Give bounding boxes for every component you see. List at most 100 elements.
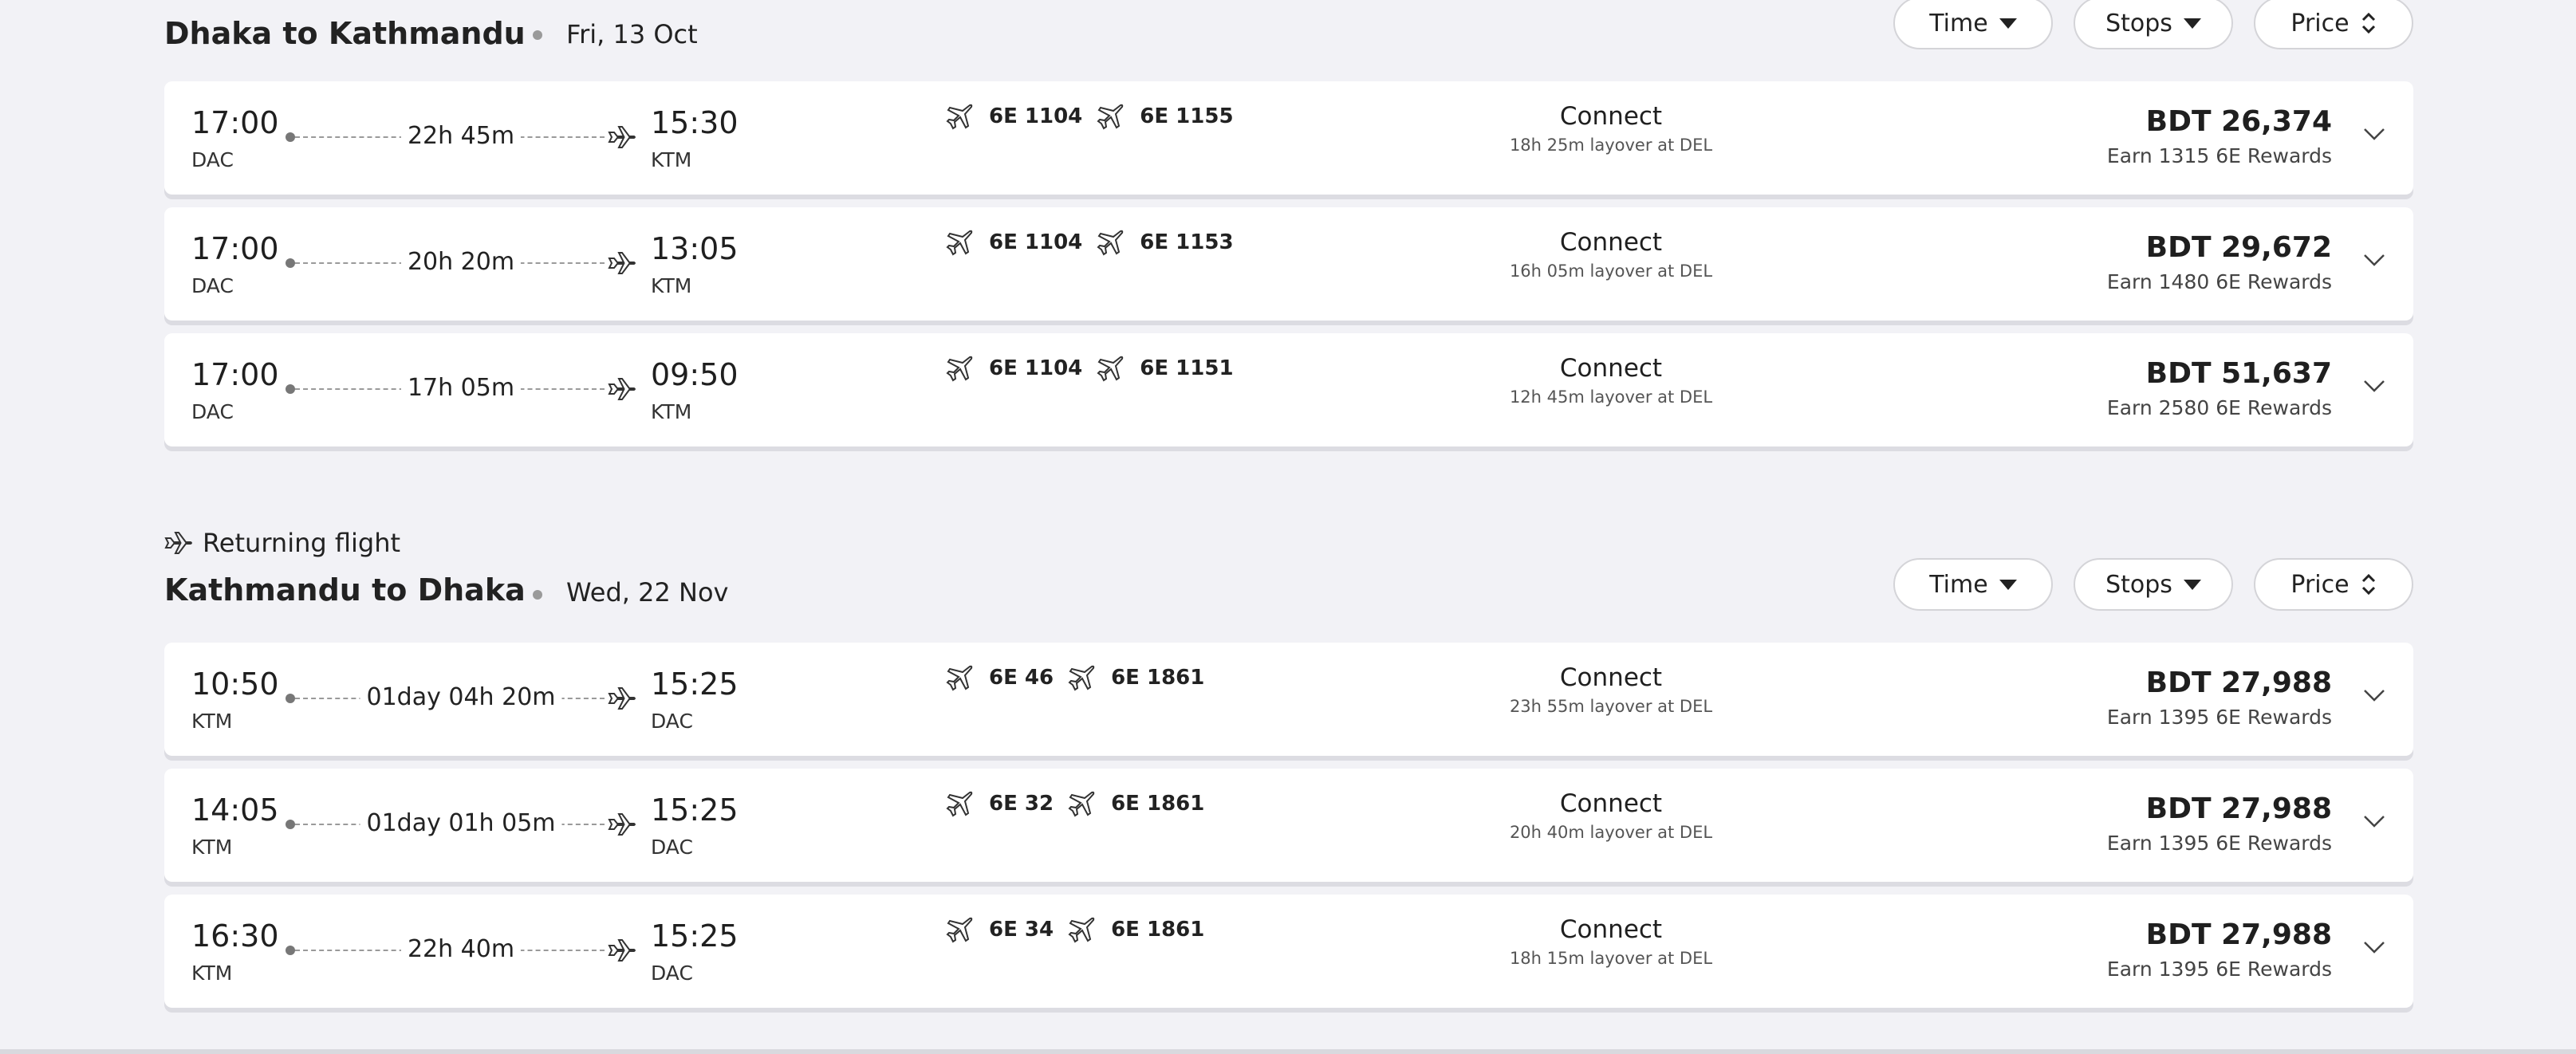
flight-number: 6E 1153 <box>1140 230 1234 254</box>
fare-price: BDT 27,988 <box>2145 792 2332 825</box>
arrival-time: 13:05 <box>651 231 739 266</box>
stops-info: Connect 18h 25m layover at DEL <box>1388 102 1834 155</box>
chevron-down-icon[interactable] <box>2362 813 2386 829</box>
flight-number: 6E 1861 <box>1111 666 1205 690</box>
departure-time: 10:50 <box>191 667 279 702</box>
outbound-flight-list: 17:00 DAC 22h 45m 15:30 KTM 6E 1104 6E 1… <box>164 81 2413 448</box>
chevron-down-icon[interactable] <box>2362 939 2386 955</box>
returning-flight-text: Returning flight <box>203 528 401 558</box>
flight-card[interactable]: 10:50 KTM 01day 04h 20m 15:25 DAC 6E 46 … <box>164 643 2413 756</box>
time-filter-label: Time <box>1929 570 1988 599</box>
price-sort-label: Price <box>2290 570 2350 599</box>
stop-type: Connect <box>1559 102 1663 131</box>
flight-track: 01day 04h 20m <box>286 682 636 714</box>
flight-card[interactable]: 17:00 DAC 20h 20m 13:05 KTM 6E 1104 6E 1… <box>164 207 2413 321</box>
price-sort-button[interactable]: Price <box>2254 558 2413 611</box>
airplane-icon <box>1068 791 1095 817</box>
stops-info: Connect 16h 05m layover at DEL <box>1388 228 1834 281</box>
caret-down-icon <box>2183 18 2201 29</box>
chevron-down-icon[interactable] <box>2362 252 2386 268</box>
flight-track: 01day 01h 05m <box>286 808 636 840</box>
price-sort-label: Price <box>2290 9 2350 37</box>
price-block: BDT 27,988 Earn 1395 6E Rewards <box>2107 918 2332 981</box>
returning-flight-list: 10:50 KTM 01day 04h 20m 15:25 DAC 6E 46 … <box>164 643 2413 1017</box>
flight-card[interactable]: 14:05 KTM 01day 01h 05m 15:25 DAC 6E 32 … <box>164 769 2413 882</box>
arrival-airport: DAC <box>651 962 693 985</box>
bottom-divider <box>0 1049 2576 1054</box>
price-block: BDT 27,988 Earn 1395 6E Rewards <box>2107 792 2332 855</box>
airplane-icon <box>1068 917 1095 943</box>
flight-number: 6E 1104 <box>989 356 1083 380</box>
flight-duration: 01day 01h 05m <box>360 809 562 837</box>
departure-airport: DAC <box>191 274 234 297</box>
flight-numbers: 6E 46 6E 1861 <box>946 663 1204 692</box>
plane-arrival-icon <box>608 252 636 274</box>
time-filter-button[interactable]: Time <box>1893 558 2053 611</box>
airplane-icon <box>946 104 973 130</box>
route-title: Kathmandu to Dhaka <box>164 572 526 608</box>
returning-section: Returning flight Kathmandu to Dhaka Wed,… <box>164 528 2413 615</box>
flight-number: 6E 1155 <box>1140 104 1234 128</box>
flight-number: 6E 46 <box>989 666 1054 690</box>
flight-duration: 20h 20m <box>400 248 522 276</box>
chevron-down-icon[interactable] <box>2362 126 2386 142</box>
flight-numbers: 6E 34 6E 1861 <box>946 915 1204 944</box>
layover-info: 18h 25m layover at DEL <box>1509 136 1713 155</box>
departure-time: 17:00 <box>191 357 279 392</box>
time-filter-label: Time <box>1929 9 1988 37</box>
stop-type: Connect <box>1559 789 1663 818</box>
airplane-icon <box>1097 104 1124 130</box>
flight-card[interactable]: 17:00 DAC 22h 45m 15:30 KTM 6E 1104 6E 1… <box>164 81 2413 195</box>
route-date: Wed, 22 Nov <box>566 577 729 608</box>
sort-updown-icon <box>2361 12 2375 34</box>
arrival-airport: DAC <box>651 710 693 733</box>
price-block: BDT 26,374 Earn 1315 6E Rewards <box>2107 105 2332 167</box>
origin-dot <box>286 946 295 955</box>
fare-price: BDT 29,672 <box>2145 231 2332 264</box>
chevron-down-icon[interactable] <box>2362 687 2386 703</box>
returning-flight-label: Returning flight <box>164 528 400 558</box>
stop-type: Connect <box>1559 354 1663 383</box>
flight-number: 6E 1104 <box>989 104 1083 128</box>
arrival-airport: KTM <box>651 400 692 423</box>
airplane-icon <box>946 230 973 256</box>
flight-track: 22h 45m <box>286 121 636 153</box>
departure-time: 17:00 <box>191 105 279 140</box>
flight-duration: 22h 45m <box>400 122 522 150</box>
plane-arrival-icon <box>608 687 636 710</box>
price-sort-button[interactable]: Price <box>2254 0 2413 49</box>
chevron-down-icon[interactable] <box>2362 378 2386 394</box>
rewards-info: Earn 1480 6E Rewards <box>2106 270 2332 293</box>
flight-numbers: 6E 32 6E 1861 <box>946 789 1204 818</box>
separator-dot <box>533 30 542 40</box>
arrival-time: 15:30 <box>651 105 739 140</box>
route-title: Dhaka to Kathmandu <box>164 16 526 51</box>
flight-number: 6E 34 <box>989 918 1054 942</box>
arrival-time: 09:50 <box>651 357 739 392</box>
flight-duration: 22h 40m <box>400 935 522 963</box>
layover-info: 18h 15m layover at DEL <box>1509 949 1713 968</box>
origin-dot <box>286 132 295 142</box>
airplane-icon <box>946 791 973 817</box>
stops-filter-button[interactable]: Stops <box>2074 558 2233 611</box>
plane-arrival-icon <box>608 939 636 962</box>
stops-filter-label: Stops <box>2105 9 2172 37</box>
flight-card[interactable]: 17:00 DAC 17h 05m 09:50 KTM 6E 1104 6E 1… <box>164 333 2413 446</box>
flight-duration: 17h 05m <box>400 374 522 402</box>
flight-numbers: 6E 1104 6E 1151 <box>946 354 1234 383</box>
stop-type: Connect <box>1559 915 1663 944</box>
arrival-time: 15:25 <box>651 918 739 954</box>
stops-filter-button[interactable]: Stops <box>2074 0 2233 49</box>
layover-info: 20h 40m layover at DEL <box>1509 823 1713 842</box>
layover-info: 16h 05m layover at DEL <box>1509 262 1713 281</box>
flight-track: 22h 40m <box>286 934 636 966</box>
caret-down-icon <box>2183 579 2201 590</box>
time-filter-button[interactable]: Time <box>1893 0 2053 49</box>
flight-card[interactable]: 16:30 KTM 22h 40m 15:25 DAC 6E 34 6E 186… <box>164 895 2413 1008</box>
fare-price: BDT 27,988 <box>2145 667 2332 699</box>
price-block: BDT 29,672 Earn 1480 6E Rewards <box>2107 231 2332 293</box>
layover-info: 23h 55m layover at DEL <box>1509 697 1713 716</box>
flight-numbers: 6E 1104 6E 1155 <box>946 102 1234 131</box>
flight-track: 20h 20m <box>286 247 636 279</box>
fare-price: BDT 27,988 <box>2145 918 2332 951</box>
